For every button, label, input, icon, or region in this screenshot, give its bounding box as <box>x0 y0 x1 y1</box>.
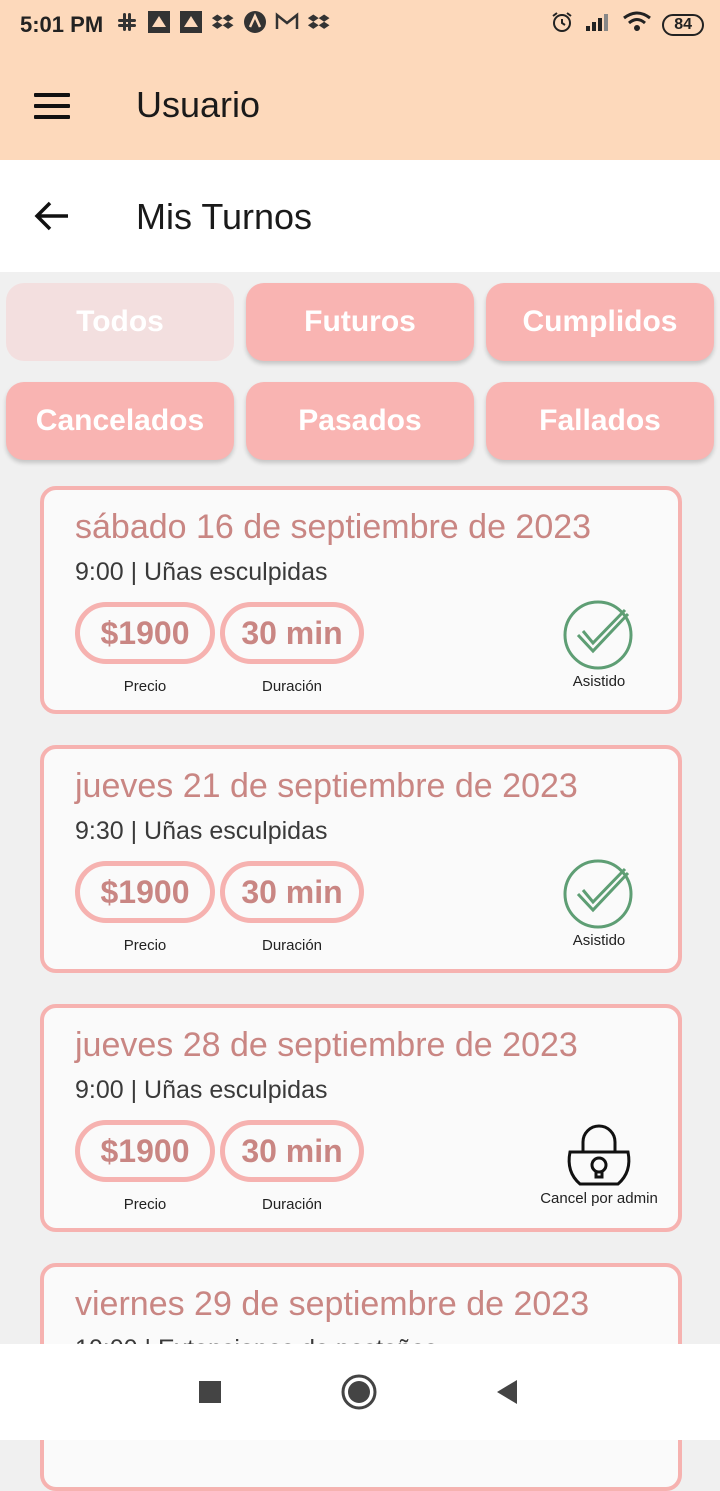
signal-icon <box>584 11 612 38</box>
appointment-date: jueves 21 de septiembre de 2023 <box>75 767 578 805</box>
system-status: 84 <box>550 10 704 39</box>
price-label: Precio <box>123 1196 167 1213</box>
app-icon <box>147 10 171 34</box>
filter-futuros-button[interactable]: Futuros <box>246 283 474 361</box>
price-pill: $1900 <box>75 861 215 923</box>
menu-icon[interactable] <box>34 93 70 119</box>
wifi-icon <box>622 11 652 38</box>
alarm-icon <box>550 10 574 39</box>
app-bar: Usuario <box>0 50 720 160</box>
app-icon <box>179 10 203 34</box>
duration-label: Duración <box>261 1196 323 1213</box>
appointment-card[interactable]: sábado 16 de septiembre de 2023 9:00 | U… <box>40 486 682 714</box>
sub-header: Mis Turnos <box>0 160 720 272</box>
check-circle-icon <box>561 600 637 676</box>
status-time: 5:01 PM <box>20 12 104 37</box>
app-title: Usuario <box>136 84 261 125</box>
home-button[interactable] <box>341 1374 377 1410</box>
appointment-card[interactable]: jueves 21 de septiembre de 2023 9:30 | U… <box>40 745 682 973</box>
appointment-card[interactable]: jueves 28 de septiembre de 2023 9:00 | U… <box>40 1004 682 1232</box>
price-label: Precio <box>123 678 167 695</box>
filter-pasados-button[interactable]: Pasados <box>246 382 474 460</box>
appointment-time-service: 9:30 | Uñas esculpidas <box>75 817 328 845</box>
lock-icon <box>561 1118 637 1194</box>
gmail-icon <box>275 10 299 34</box>
status-bar: 5:01 PM 84 <box>0 0 720 50</box>
duration-pill: 30 min <box>220 861 364 923</box>
appointment-date: jueves 28 de septiembre de 2023 <box>75 1026 578 1064</box>
duration-label: Duración <box>261 678 323 695</box>
appointment-date: viernes 29 de septiembre de 2023 <box>75 1285 590 1323</box>
nav-back-button[interactable] <box>495 1379 519 1405</box>
recents-button[interactable] <box>199 1381 221 1403</box>
battery-indicator: 84 <box>662 13 704 36</box>
arc-icon <box>243 10 267 34</box>
filter-todos-button[interactable]: Todos <box>6 283 234 361</box>
duration-label: Duración <box>261 937 323 954</box>
check-circle-icon <box>561 859 637 935</box>
filter-cancelados-button[interactable]: Cancelados <box>6 382 234 460</box>
price-label: Precio <box>123 937 167 954</box>
status-label: Asistido <box>572 673 626 690</box>
appointment-time-service: 9:00 | Uñas esculpidas <box>75 558 328 586</box>
system-navigation-bar <box>0 1344 720 1440</box>
appointment-date: sábado 16 de septiembre de 2023 <box>75 508 592 546</box>
price-pill: $1900 <box>75 1120 215 1182</box>
appointment-time-service: 9:00 | Uñas esculpidas <box>75 1076 328 1104</box>
dropbox-icon <box>211 10 235 34</box>
status-label: Asistido <box>572 932 626 949</box>
dropbox-icon <box>307 10 331 34</box>
page-title: Mis Turnos <box>136 196 313 237</box>
filter-cumplidos-button[interactable]: Cumplidos <box>486 283 714 361</box>
back-arrow-icon[interactable] <box>34 200 70 232</box>
filter-fallados-button[interactable]: Fallados <box>486 382 714 460</box>
notification-icons <box>115 10 331 34</box>
slack-icon <box>115 10 139 34</box>
status-label: Cancel por admin <box>540 1190 658 1207</box>
duration-pill: 30 min <box>220 1120 364 1182</box>
duration-pill: 30 min <box>220 602 364 664</box>
price-pill: $1900 <box>75 602 215 664</box>
